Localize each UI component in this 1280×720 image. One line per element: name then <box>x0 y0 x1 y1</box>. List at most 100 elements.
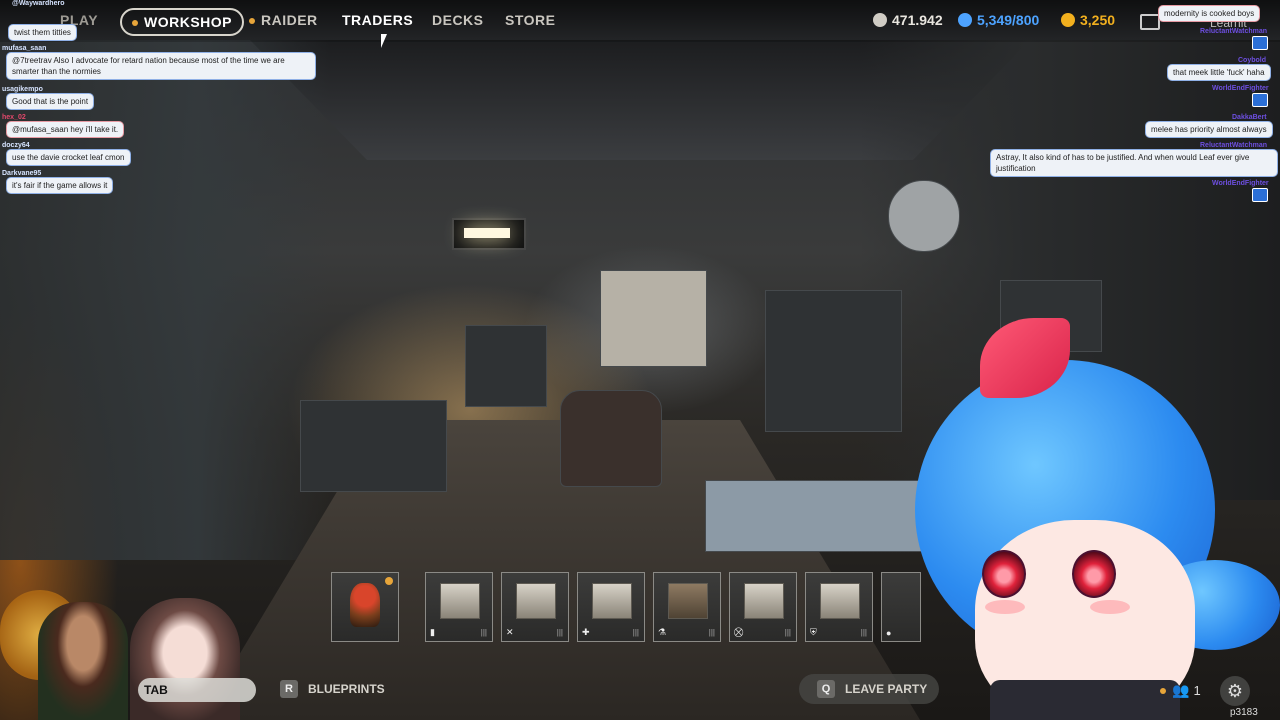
avatar-right-eye <box>1072 550 1116 598</box>
nav-workshop[interactable]: WORKSHOP <box>120 8 244 36</box>
slot-category-icon: ⚗ <box>658 627 667 637</box>
workbench-thumbnail <box>516 583 556 619</box>
nav-traders[interactable]: TRADERS <box>342 12 413 28</box>
chat-message: Good that is the point <box>6 93 95 110</box>
party-counter[interactable]: 👥 1 <box>1160 682 1201 699</box>
party-count: 1 <box>1193 683 1201 698</box>
nav-raider-label: RAIDER <box>261 12 318 28</box>
new-badge-icon <box>385 577 393 585</box>
left-wall <box>0 40 330 560</box>
hotbar-slot-4[interactable]: ⚗ ||| <box>653 572 721 642</box>
hotbar-slot-rooster[interactable] <box>331 572 399 642</box>
chat-message: Astray, It also kind of has to be justif… <box>990 149 1278 177</box>
tokens-value: 3,250 <box>1080 12 1116 28</box>
hotbar-slot-5[interactable]: ⛒ ||| <box>729 572 797 642</box>
table-prop <box>705 480 927 552</box>
slot-bars-icon: ||| <box>860 628 867 637</box>
hotbar-slot-2[interactable]: ✕ ||| <box>501 572 569 642</box>
chat-name: @Waywardhero <box>12 0 65 7</box>
slot-category-icon: ✚ <box>582 627 590 637</box>
surgical-light-prop <box>888 180 960 252</box>
leave-party-label: LEAVE PARTY <box>845 682 928 696</box>
chat-name: DakkaBert <box>1232 114 1267 121</box>
slot-bars-icon: ||| <box>708 628 715 637</box>
workbench-thumbnail <box>744 583 784 619</box>
chat-name: ReluctantWatchman <box>1200 142 1268 149</box>
nav-raider[interactable]: RAIDER <box>249 12 318 28</box>
desk-prop <box>300 400 447 492</box>
slot-bars-icon: ||| <box>784 628 791 637</box>
slot-category-icon: ⛒ <box>734 627 744 637</box>
avatar-left-eye <box>982 550 1026 598</box>
leave-key: Q <box>817 680 835 698</box>
tab-key-label: TAB <box>144 683 168 697</box>
build-watermark: p3183 <box>1230 707 1258 718</box>
workshop-dot-icon <box>132 20 138 27</box>
avatar-collar <box>990 680 1180 720</box>
credits-value: 5,349/800 <box>977 12 1040 28</box>
chat-message: @mufasa_saan hey i'll take it. <box>6 121 125 138</box>
tokens-counter: 3,250 <box>1061 12 1115 28</box>
mail-icon[interactable] <box>1140 14 1160 30</box>
chat-name: Darkvane95 <box>2 170 42 177</box>
slot-bars-icon: ||| <box>480 628 487 637</box>
chat-message: it's fair if the game allows it <box>6 177 114 194</box>
chat-name: WorldEndFighter <box>1212 85 1269 92</box>
hanging-lamp <box>452 218 526 250</box>
workbench-thumbnail <box>820 583 860 619</box>
slot-bars-icon: ||| <box>556 628 563 637</box>
workbench-prop <box>465 325 547 407</box>
chat-name: mufasa_saan <box>2 45 47 52</box>
leave-party-button[interactable]: Q LEAVE PARTY <box>799 674 939 704</box>
chat-emote-icon <box>1252 93 1268 107</box>
coins-value: 471.942 <box>892 12 943 28</box>
settings-gear-icon[interactable]: ⚙ <box>1220 676 1250 706</box>
raider-dot-icon <box>249 18 255 25</box>
chat-emote-icon <box>1252 188 1268 202</box>
credits-counter: 5,349/800 <box>958 12 1039 28</box>
shelf-prop <box>600 270 707 367</box>
nav-workshop-label: WORKSHOP <box>144 14 232 30</box>
chat-message: twist them titties <box>8 24 77 41</box>
chat-name: doczy64 <box>2 142 30 149</box>
chat-name: hex_02 <box>2 114 26 121</box>
chat-message: modernity is cooked boys <box>1158 5 1261 22</box>
top-nav-bar: PLAY WORKSHOP RAIDER TRADERS DECKS STORE… <box>0 0 1280 42</box>
avatar-blush <box>985 600 1025 614</box>
mouse-cursor-icon <box>381 34 387 48</box>
blueprints-key: R <box>280 680 298 698</box>
chat-name: ReluctantWatchman <box>1200 28 1268 35</box>
chat-message: use the davie crocket leaf cmon <box>6 149 131 166</box>
chat-message: @7treetrav Also I advocate for retard na… <box>6 52 316 80</box>
hotbar-slot-1[interactable]: ▮ ||| <box>425 572 493 642</box>
nav-decks[interactable]: DECKS <box>432 12 484 28</box>
chat-emote-icon <box>1252 36 1268 50</box>
chat-name: Coybold <box>1238 57 1266 64</box>
tab-pill[interactable]: TAB <box>138 678 256 702</box>
party-dot-icon <box>1160 687 1166 694</box>
coin-icon <box>873 13 887 27</box>
slot-category-icon: ⛨ <box>810 627 817 637</box>
blueprints-button[interactable]: R BLUEPRINTS <box>280 680 385 698</box>
credits-icon <box>958 13 972 27</box>
rooster-icon <box>350 583 380 627</box>
companion-avatar-1 <box>38 602 128 720</box>
nav-store[interactable]: STORE <box>505 12 555 28</box>
chat-name: usagikempo <box>2 86 43 93</box>
blueprints-label: BLUEPRINTS <box>308 682 385 696</box>
slot-category-icon: ● <box>886 628 892 638</box>
workbench-thumbnail <box>440 583 480 619</box>
hotbar-slot-3[interactable]: ✚ ||| <box>577 572 645 642</box>
workbench-thumbnail <box>668 583 708 619</box>
slot-category-icon: ▮ <box>430 627 435 637</box>
chat-name: WorldEndFighter <box>1212 180 1269 187</box>
workbench-thumbnail <box>592 583 632 619</box>
monitor-rack-prop <box>765 290 902 432</box>
hotbar-slot-6[interactable]: ⛨ ||| <box>805 572 873 642</box>
token-icon <box>1061 13 1075 27</box>
hotbar-slot-7[interactable]: ● <box>881 572 921 642</box>
slot-bars-icon: ||| <box>632 628 639 637</box>
slot-category-icon: ✕ <box>506 627 514 637</box>
chat-message: melee has priority almost always <box>1145 121 1273 138</box>
avatar-blush <box>1090 600 1130 614</box>
